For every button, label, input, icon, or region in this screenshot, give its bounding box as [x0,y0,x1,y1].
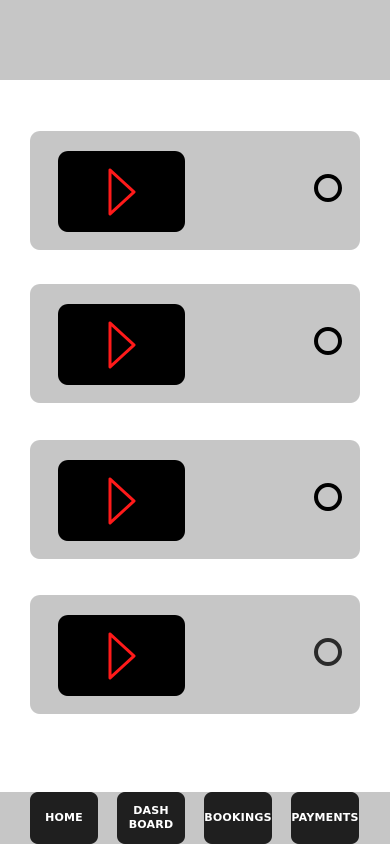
media-card-1[interactable] [30,131,360,250]
media-card-3[interactable] [30,440,360,559]
media-card-4[interactable] [30,595,360,714]
media-thumbnail[interactable] [58,615,185,696]
play-icon [108,168,135,215]
nav-home-label: HOME [45,811,83,824]
nav-home-button[interactable]: HOME [30,792,98,844]
top-header [0,0,390,80]
media-thumbnail[interactable] [58,460,185,541]
nav-bookings-label: BOOKINGS [204,811,272,824]
bottom-navigation: HOME DASH BOARD BOOKINGS PAYMENTS [0,792,390,844]
nav-payments-button[interactable]: PAYMENTS [291,792,359,844]
radio-unchecked-icon[interactable] [314,174,342,202]
media-thumbnail[interactable] [58,304,185,385]
radio-unchecked-icon[interactable] [314,483,342,511]
play-icon [108,321,135,368]
play-icon [108,632,135,679]
nav-dashboard-button[interactable]: DASH BOARD [117,792,185,844]
nav-payments-label: PAYMENTS [291,811,359,824]
media-card-2[interactable] [30,284,360,403]
nav-dashboard-label: DASH BOARD [128,804,174,831]
media-thumbnail[interactable] [58,151,185,232]
nav-bookings-button[interactable]: BOOKINGS [204,792,272,844]
radio-unchecked-icon[interactable] [314,638,342,666]
radio-unchecked-icon[interactable] [314,327,342,355]
play-icon [108,477,135,524]
